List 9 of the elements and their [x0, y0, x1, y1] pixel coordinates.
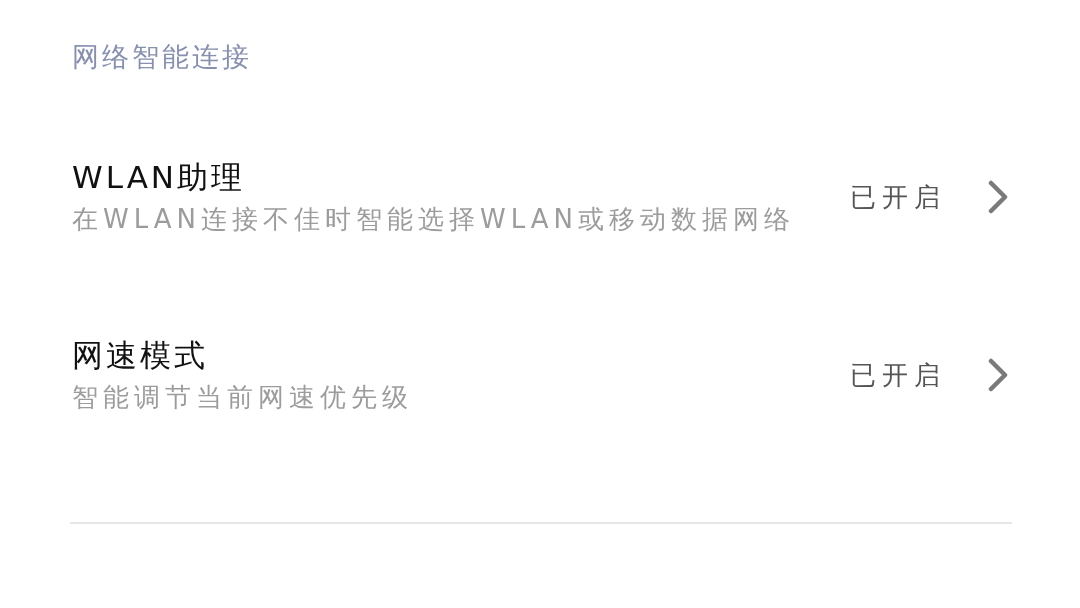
status-text: 已开启	[850, 181, 946, 214]
section-heading: 网络智能连接	[72, 40, 252, 74]
setting-description: 在WLAN连接不佳时智能选择WLAN或移动数据网络	[72, 203, 796, 236]
setting-title: 网速模式	[72, 336, 208, 375]
status-text: 已开启	[850, 359, 946, 392]
chevron-right-icon[interactable]	[988, 180, 1008, 214]
setting-description: 智能调节当前网速优先级	[72, 381, 413, 414]
setting-title: WLAN助理	[72, 158, 246, 197]
chevron-right-icon[interactable]	[988, 358, 1008, 392]
